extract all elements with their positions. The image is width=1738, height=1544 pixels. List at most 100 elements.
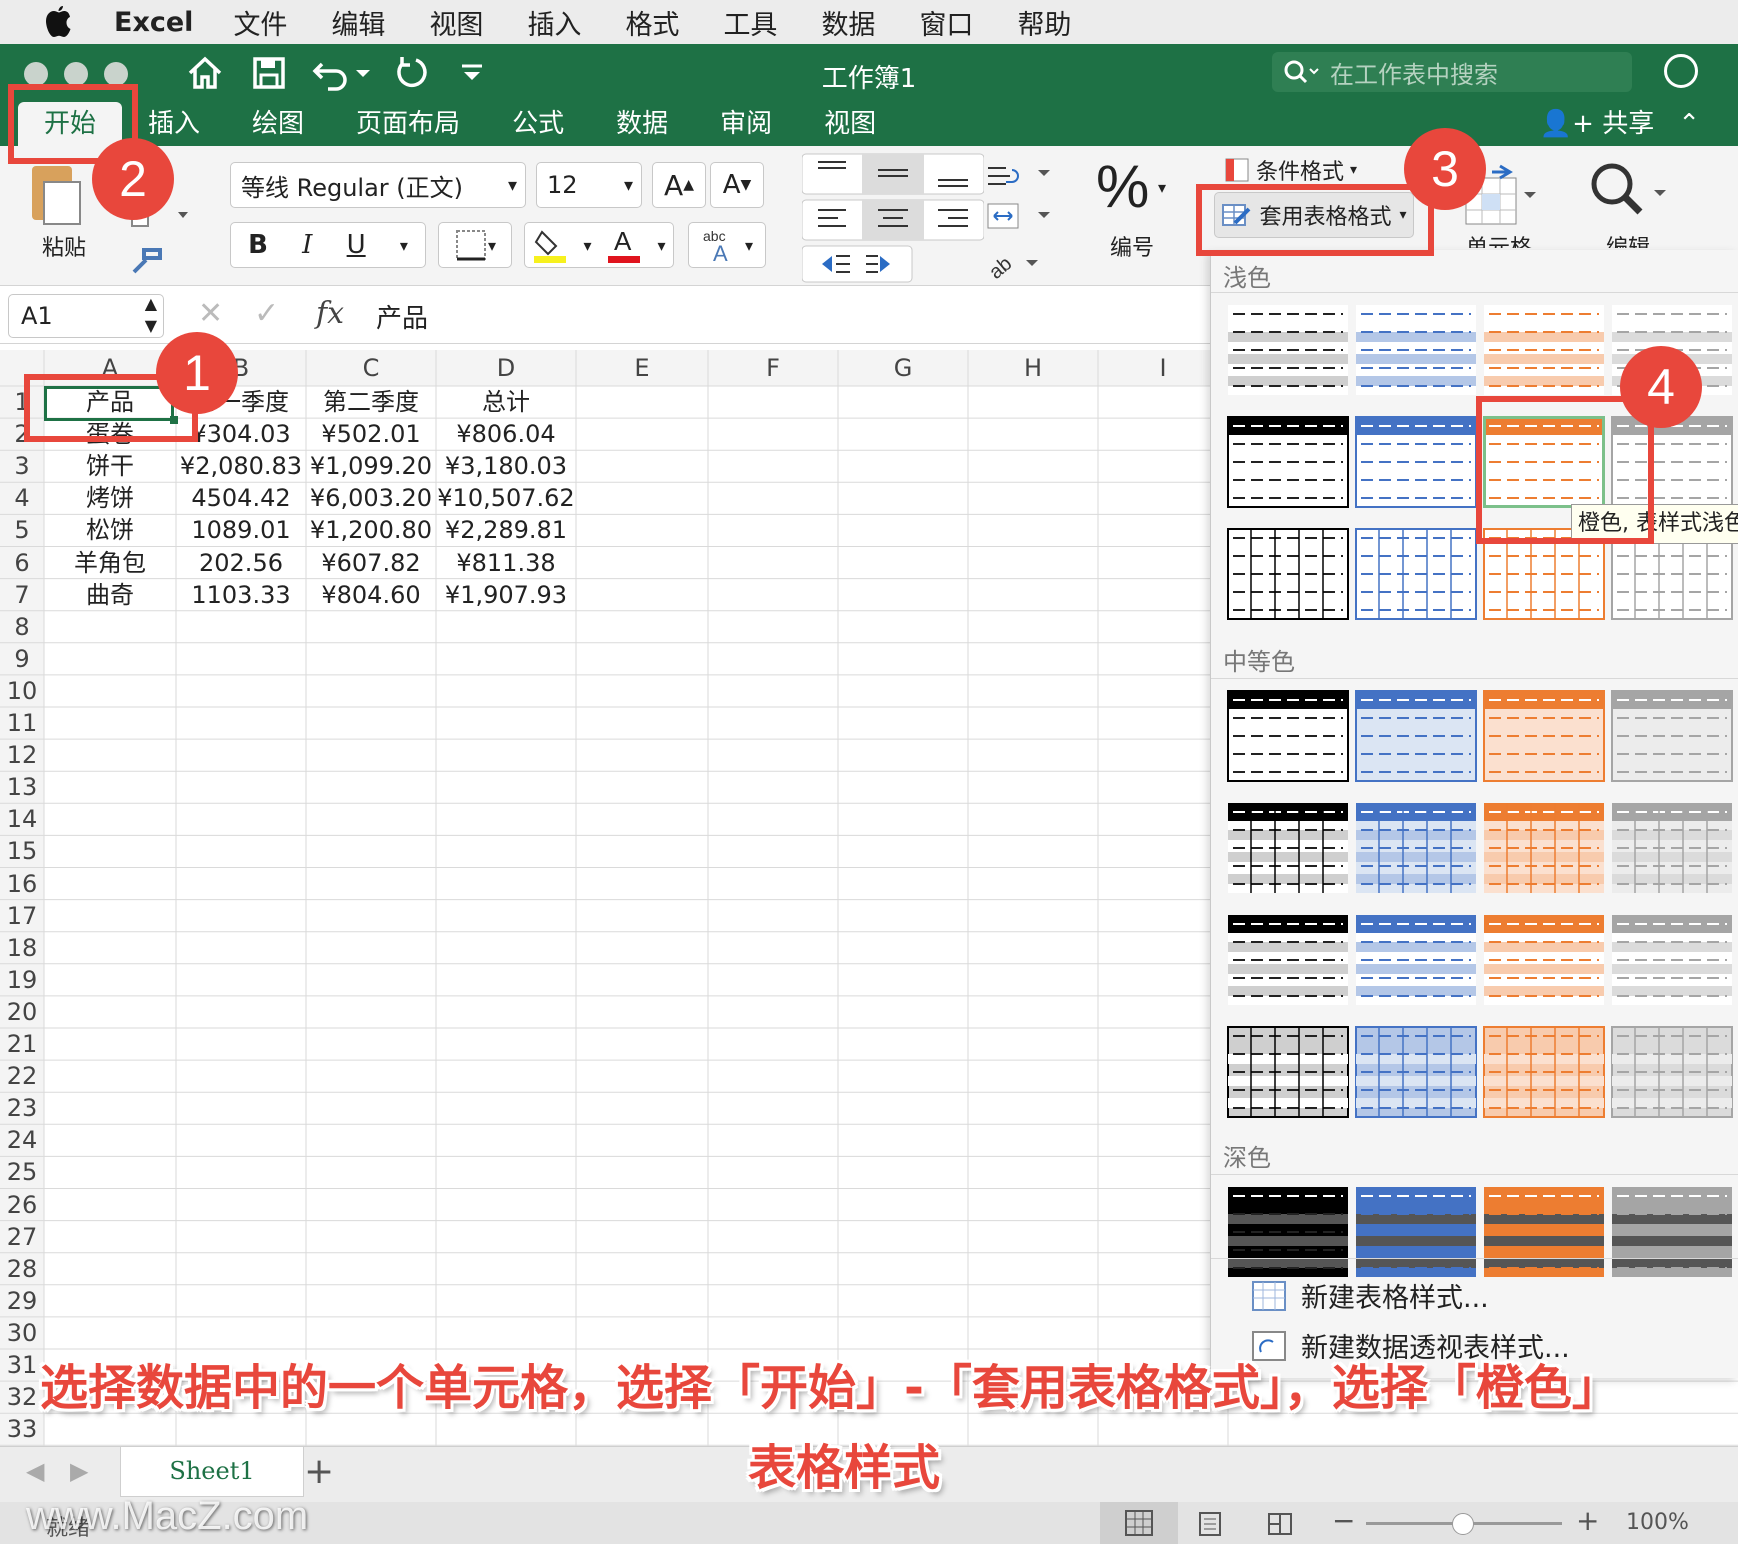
row-header-20[interactable]: 20: [0, 996, 44, 1028]
table-style-thumb-16[interactable]: [1611, 690, 1733, 782]
cell-b4[interactable]: 4504.42: [176, 482, 306, 514]
cell-c7[interactable]: ¥804.60: [306, 579, 436, 611]
row-header-26[interactable]: 26: [0, 1189, 44, 1221]
tab-view[interactable]: 视图: [798, 102, 902, 146]
row-header-4[interactable]: 4: [0, 482, 44, 514]
cell-d5[interactable]: ¥2,289.81: [436, 514, 576, 546]
cell-a3[interactable]: 饼干: [44, 450, 176, 482]
row-header-6[interactable]: 6: [0, 547, 44, 579]
tab-page-layout[interactable]: 页面布局: [330, 102, 486, 146]
table-style-thumb-1[interactable]: [1227, 304, 1349, 396]
new-table-style-item[interactable]: 新建表格样式...: [1251, 1276, 1489, 1315]
table-style-thumb-18[interactable]: [1355, 802, 1477, 894]
column-header-g[interactable]: G: [838, 350, 968, 386]
menu-format[interactable]: 格式: [625, 3, 679, 42]
chevron-down-icon[interactable]: ▾: [1158, 178, 1166, 197]
table-style-thumb-23[interactable]: [1483, 914, 1605, 1006]
column-header-i[interactable]: I: [1098, 350, 1228, 386]
borders-button[interactable]: ▾: [438, 222, 512, 268]
cell-b5[interactable]: 1089.01: [176, 514, 306, 546]
row-header-16[interactable]: 16: [0, 868, 44, 900]
menu-tools[interactable]: 工具: [723, 3, 777, 42]
chevron-down-icon[interactable]: ▾: [657, 236, 665, 255]
table-style-thumb-2[interactable]: [1355, 304, 1477, 396]
alignment-buttons[interactable]: [802, 152, 984, 284]
cell-d1[interactable]: 总计: [436, 386, 576, 418]
cell-c3[interactable]: ¥1,099.20: [306, 450, 436, 482]
collapse-ribbon-icon[interactable]: ⌃: [1678, 109, 1700, 139]
column-header-e[interactable]: E: [576, 350, 708, 386]
chevron-down-icon[interactable]: ▾: [400, 236, 408, 255]
paste-label[interactable]: 粘贴: [42, 230, 86, 262]
row-header-11[interactable]: 11: [0, 707, 44, 739]
font-size-select[interactable]: 12 ▾: [536, 162, 642, 208]
cell-d4[interactable]: ¥10,507.62: [436, 482, 576, 514]
row-header-17[interactable]: 17: [0, 900, 44, 932]
cell-c1[interactable]: 第二季度: [306, 386, 436, 418]
menu-data[interactable]: 数据: [821, 3, 875, 42]
sheet-search-box[interactable]: 在工作表中搜索: [1272, 52, 1632, 92]
row-header-12[interactable]: 12: [0, 739, 44, 771]
table-style-thumb-21[interactable]: [1227, 914, 1349, 1006]
chevron-down-icon[interactable]: ▾: [583, 236, 591, 255]
row-header-8[interactable]: 8: [0, 611, 44, 643]
zoom-out-button[interactable]: −: [1332, 1504, 1355, 1537]
zoom-slider-thumb[interactable]: [1452, 1513, 1474, 1535]
table-style-thumb-5[interactable]: [1227, 416, 1349, 508]
menu-window[interactable]: 窗口: [919, 3, 973, 42]
format-painter-icon[interactable]: [130, 244, 166, 276]
column-header-h[interactable]: H: [968, 350, 1098, 386]
prev-sheet-icon[interactable]: ◀: [26, 1457, 44, 1485]
app-menu-excel[interactable]: Excel: [114, 7, 193, 38]
table-style-thumb-26[interactable]: [1355, 1026, 1477, 1118]
cell-d3[interactable]: ¥3,180.03: [436, 450, 576, 482]
table-style-thumb-19[interactable]: [1483, 802, 1605, 894]
table-style-thumb-25[interactable]: [1227, 1026, 1349, 1118]
cell-d7[interactable]: ¥1,907.93: [436, 579, 576, 611]
row-header-15[interactable]: 15: [0, 835, 44, 867]
confirm-formula-icon[interactable]: ✓: [254, 296, 279, 331]
decrease-font-size-button[interactable]: A ▼: [710, 162, 764, 208]
cell-c2[interactable]: ¥502.01: [306, 418, 436, 450]
row-header-24[interactable]: 24: [0, 1124, 44, 1156]
name-box[interactable]: A1 ▲ ▼: [8, 294, 164, 338]
cell-b7[interactable]: 1103.33: [176, 579, 306, 611]
row-header-25[interactable]: 25: [0, 1156, 44, 1188]
table-style-thumb-15[interactable]: [1483, 690, 1605, 782]
percent-format-icon[interactable]: %: [1096, 152, 1149, 221]
formula-input[interactable]: 产品: [376, 298, 428, 335]
fill-color-icon[interactable]: [532, 226, 568, 264]
menu-edit[interactable]: 编辑: [331, 3, 385, 42]
cell-a5[interactable]: 松饼: [44, 514, 176, 546]
table-style-thumb-17[interactable]: [1227, 802, 1349, 894]
row-header-30[interactable]: 30: [0, 1317, 44, 1349]
column-header-d[interactable]: D: [436, 350, 576, 386]
table-style-thumb-31[interactable]: [1483, 1186, 1605, 1278]
font-name-select[interactable]: 等线 Regular (正文) ▾: [230, 162, 526, 208]
table-style-thumb-29[interactable]: [1227, 1186, 1349, 1278]
cell-a4[interactable]: 烤饼: [44, 482, 176, 514]
cell-d6[interactable]: ¥811.38: [436, 547, 576, 579]
cell-a6[interactable]: 羊角包: [44, 547, 176, 579]
row-header-10[interactable]: 10: [0, 675, 44, 707]
find-search-icon[interactable]: [1588, 160, 1668, 224]
row-header-27[interactable]: 27: [0, 1221, 44, 1253]
wrap-merge-orient-buttons[interactable]: ab: [986, 156, 1066, 280]
table-style-thumb-10[interactable]: [1355, 528, 1477, 620]
italic-button[interactable]: I: [302, 230, 312, 260]
cell-b3[interactable]: ¥2,080.83: [176, 450, 306, 482]
row-header-29[interactable]: 29: [0, 1285, 44, 1317]
tab-review[interactable]: 审阅: [694, 102, 798, 146]
conditional-format-button[interactable]: 条件格式 ▾: [1224, 154, 1357, 186]
zoom-level[interactable]: 100%: [1626, 1510, 1689, 1535]
menu-view[interactable]: 视图: [429, 3, 483, 42]
column-header-c[interactable]: C: [306, 350, 436, 386]
bold-button[interactable]: B: [248, 230, 268, 260]
cell-d2[interactable]: ¥806.04: [436, 418, 576, 450]
row-header-31[interactable]: 31: [0, 1349, 44, 1381]
table-style-thumb-9[interactable]: [1227, 528, 1349, 620]
text-effects-button[interactable]: abc A ▾: [688, 222, 766, 268]
cancel-formula-icon[interactable]: ✕: [198, 296, 223, 331]
name-box-stepper-icon[interactable]: ▲ ▼: [145, 293, 157, 337]
zoom-in-button[interactable]: +: [1576, 1504, 1599, 1537]
